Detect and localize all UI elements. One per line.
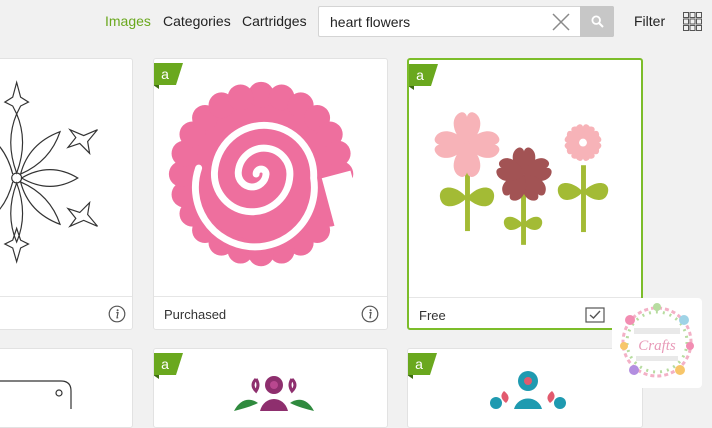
card-status-label: Free — [419, 308, 446, 323]
search-input[interactable] — [319, 7, 554, 36]
close-icon[interactable] — [552, 13, 570, 31]
image-card-heart-flowers[interactable]: a Free — [407, 58, 643, 330]
image-card-row2-1[interactable] — [0, 348, 133, 428]
nav-cartridges[interactable]: Cartridges — [242, 13, 307, 29]
floral-ornament-image — [234, 376, 314, 411]
image-card-row2-2[interactable]: a — [153, 348, 388, 428]
card-footer — [0, 296, 132, 329]
svg-text:a: a — [161, 356, 169, 372]
snowflake-flower-image — [0, 80, 98, 264]
nav-images[interactable]: Images — [105, 13, 151, 29]
nav-categories[interactable]: Categories — [163, 13, 231, 29]
grid-view-icon[interactable] — [683, 12, 702, 31]
heart-flowers-image — [434, 112, 609, 245]
search-icon — [591, 15, 604, 28]
access-badge-icon: a — [408, 353, 437, 379]
filter-button[interactable]: Filter — [634, 13, 665, 29]
image-card-snowflake-flower[interactable] — [0, 58, 133, 330]
search-button[interactable] — [580, 6, 614, 37]
rolled-flower-image — [168, 81, 369, 267]
floral-wreath-logo: Crafts — [620, 303, 694, 378]
logo-brand-text: Crafts — [638, 338, 676, 354]
top-bar: Images Categories Cartridges Filter — [0, 0, 712, 45]
image-card-rolled-flower[interactable]: a Purchased — [153, 58, 388, 330]
card-footer: Purchased — [154, 296, 387, 329]
checkbox-icon[interactable] — [585, 306, 605, 324]
card-footer: Free — [409, 297, 641, 328]
info-icon[interactable] — [361, 305, 379, 323]
watermark-logo: Crafts — [612, 298, 702, 388]
card-status-label: Purchased — [164, 307, 227, 322]
search-box — [318, 6, 614, 37]
floral-ornament-image — [490, 371, 566, 409]
image-card-row2-3[interactable]: a — [407, 348, 643, 428]
svg-text:a: a — [415, 356, 423, 372]
access-badge-icon: a — [154, 353, 183, 379]
tag-outline-image — [0, 380, 72, 409]
info-icon[interactable] — [108, 305, 126, 323]
